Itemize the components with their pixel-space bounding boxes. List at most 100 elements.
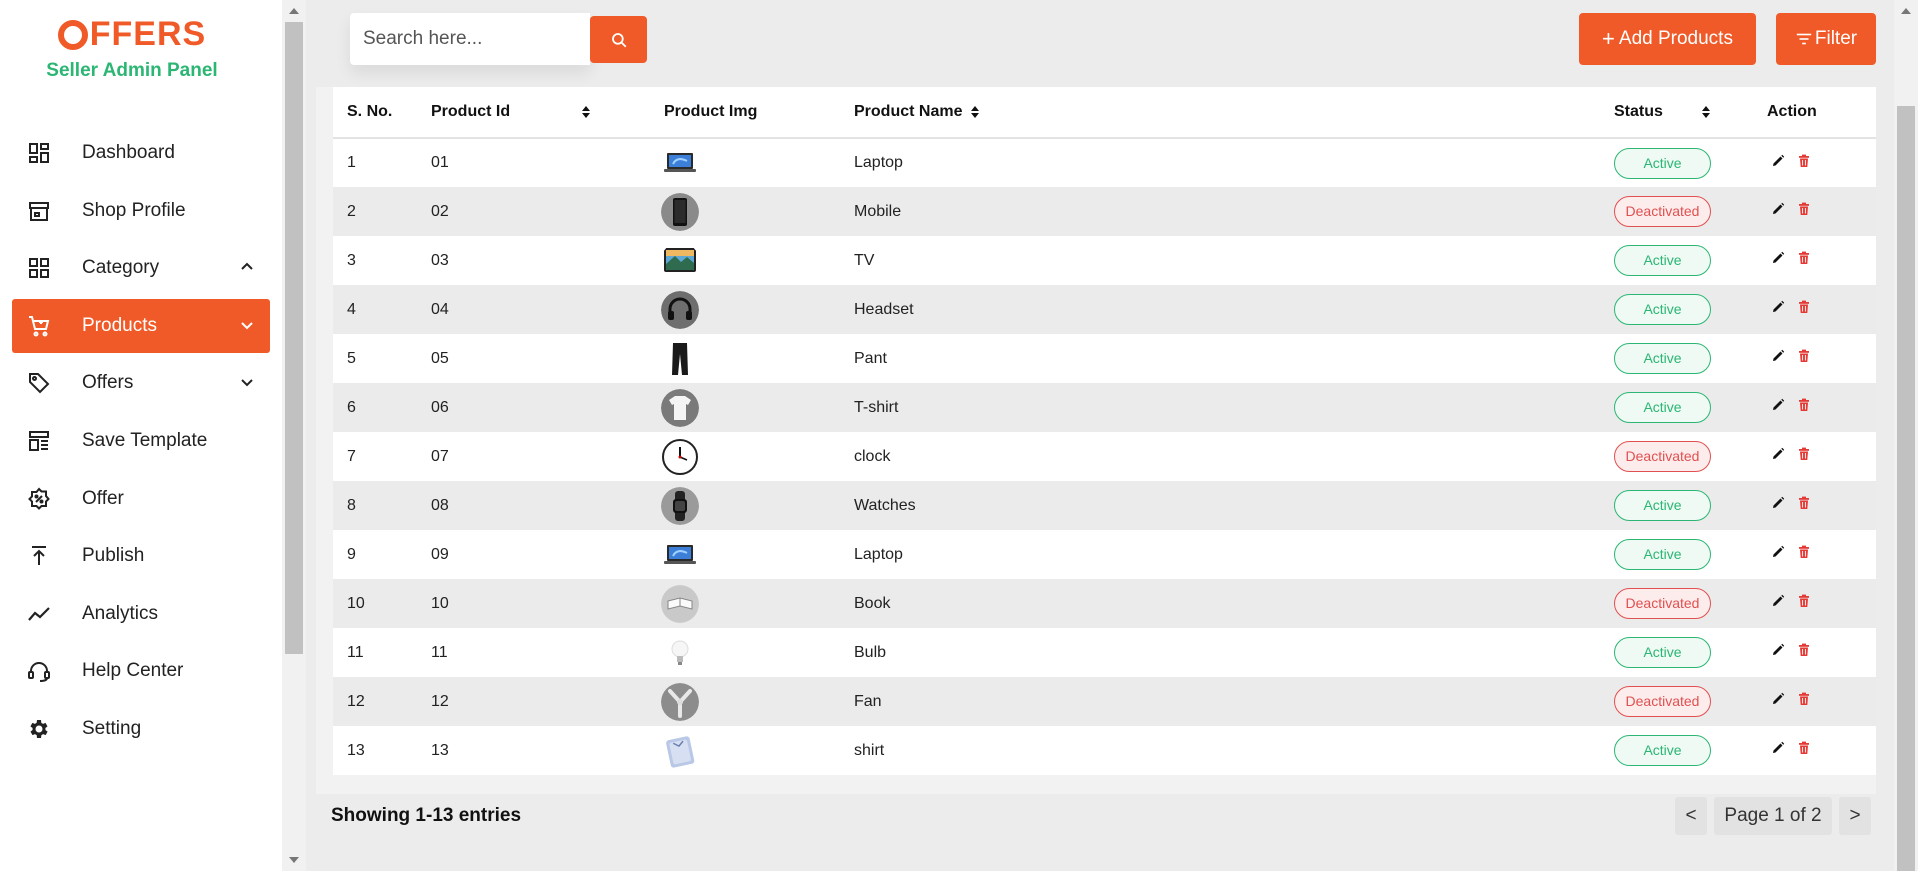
product-img-cell [650,285,840,334]
table-row[interactable]: 7 07 clock Deactivated [333,432,1876,481]
delete-icon[interactable] [1797,251,1811,265]
delete-icon[interactable] [1797,398,1811,412]
edit-icon[interactable] [1771,496,1785,510]
search-bar [350,13,647,65]
table-row[interactable]: 8 08 Watches Active [333,481,1876,530]
status-badge[interactable]: Active [1614,392,1711,423]
scrollbar-thumb[interactable] [285,22,303,654]
action-cell [1753,726,1876,775]
delete-icon[interactable] [1797,692,1811,706]
status-badge[interactable]: Active [1614,294,1711,325]
table-row[interactable]: 13 13 shirt Active [333,726,1876,775]
delete-icon[interactable] [1797,643,1811,657]
sidebar-item-analytics[interactable]: Analytics [12,587,270,641]
page-indicator: Page 1 of 2 [1714,797,1832,835]
sidebar-item-save-template[interactable]: Save Template [12,414,270,468]
sort-icon[interactable] [970,105,980,119]
sidebar-item-shop-profile[interactable]: Shop Profile [12,184,270,238]
add-products-button[interactable]: + Add Products [1579,13,1756,65]
col-product-name-header[interactable]: Product Name [840,87,1600,138]
status-badge[interactable]: Active [1614,147,1711,179]
scroll-up-arrow-icon[interactable] [1901,8,1911,14]
table-row[interactable]: 2 02 Mobile Deactivated [333,187,1876,236]
edit-icon[interactable] [1771,594,1785,608]
table-row[interactable]: 11 11 Bulb Active [333,628,1876,677]
product-name-cell: Bulb [854,643,887,661]
table-row[interactable]: 3 03 TV Active [333,236,1876,285]
product-img-cell [650,334,840,383]
product-thumbnail-watch [661,486,699,525]
edit-icon[interactable] [1771,251,1785,265]
delete-icon[interactable] [1797,447,1811,461]
filter-button[interactable]: Filter [1776,13,1876,65]
scroll-up-arrow-icon[interactable] [289,8,299,14]
entries-info: Showing 1-13 entries [331,805,522,826]
sort-icon[interactable] [1701,105,1711,119]
delete-icon[interactable] [1797,496,1811,510]
chevron-down-icon[interactable] [238,373,256,391]
status-cell: Active [1600,334,1753,383]
table-row[interactable]: 5 05 Pant Active [333,334,1876,383]
status-badge[interactable]: Active [1614,343,1711,374]
sidebar-item-products[interactable]: Products [12,298,270,353]
status-badge[interactable]: Active [1614,735,1711,766]
scroll-down-arrow-icon[interactable] [289,857,299,863]
table-row[interactable]: 12 12 Fan Deactivated [333,677,1876,726]
edit-icon[interactable] [1771,643,1785,657]
table-row[interactable]: 1 01 Laptop Active [333,138,1876,187]
chevron-down-icon[interactable] [238,316,256,334]
prev-page-button[interactable]: < [1675,797,1707,835]
edit-icon[interactable] [1771,300,1785,314]
sidebar-item-dashboard[interactable]: Dashboard [12,126,270,180]
trend-line-icon [26,601,52,627]
sidebar-item-setting[interactable]: Setting [12,702,270,756]
status-badge[interactable]: Deactivated [1614,196,1711,227]
sidebar-item-category[interactable]: Category [12,241,270,295]
edit-icon[interactable] [1771,154,1785,168]
status-badge[interactable]: Deactivated [1614,441,1711,472]
sidebar-item-publish[interactable]: Publish [12,529,270,583]
search-input[interactable] [350,13,590,65]
table-row[interactable]: 4 04 Headset Active [333,285,1876,334]
sidebar-item-help-center[interactable]: Help Center [12,644,270,698]
status-badge[interactable]: Active [1614,539,1711,570]
delete-icon[interactable] [1797,300,1811,314]
edit-icon[interactable] [1771,447,1785,461]
sidebar-scrollbar[interactable] [282,0,306,871]
col-product-id-header[interactable]: Product Id [417,87,650,138]
status-badge[interactable]: Active [1614,490,1711,521]
sort-icon[interactable] [581,105,591,119]
delete-icon[interactable] [1797,594,1811,608]
table-row[interactable]: 6 06 T-shirt Active [333,383,1876,432]
col-status-header[interactable]: Status [1600,87,1753,138]
edit-icon[interactable] [1771,398,1785,412]
search-button[interactable] [590,16,647,63]
table-row[interactable]: 10 10 Book Deactivated [333,579,1876,628]
delete-icon[interactable] [1797,154,1811,168]
delete-icon[interactable] [1797,741,1811,755]
delete-icon[interactable] [1797,545,1811,559]
sidebar-item-label: Offers [82,372,134,394]
status-badge[interactable]: Active [1614,637,1711,668]
edit-icon[interactable] [1771,349,1785,363]
product-id-cell: 02 [431,202,449,220]
edit-icon[interactable] [1771,202,1785,216]
product-thumbnail-fan [661,682,699,721]
scrollbar-thumb[interactable] [1897,106,1915,871]
status-badge[interactable]: Deactivated [1614,588,1711,619]
delete-icon[interactable] [1797,202,1811,216]
delete-icon[interactable] [1797,349,1811,363]
edit-icon[interactable] [1771,692,1785,706]
page-scrollbar[interactable] [1894,0,1918,871]
sidebar-item-offers[interactable]: Offers [12,356,270,410]
next-page-button[interactable]: > [1839,797,1871,835]
table-row[interactable]: 9 09 Laptop Active [333,530,1876,579]
edit-icon[interactable] [1771,741,1785,755]
status-badge[interactable]: Deactivated [1614,686,1711,717]
edit-icon[interactable] [1771,545,1785,559]
sidebar-item-offer[interactable]: Offer [12,472,270,526]
product-id-cell: 01 [431,154,449,171]
chevron-up-icon[interactable] [238,258,256,276]
status-badge[interactable]: Active [1614,245,1711,276]
row-actions [1771,692,1811,706]
